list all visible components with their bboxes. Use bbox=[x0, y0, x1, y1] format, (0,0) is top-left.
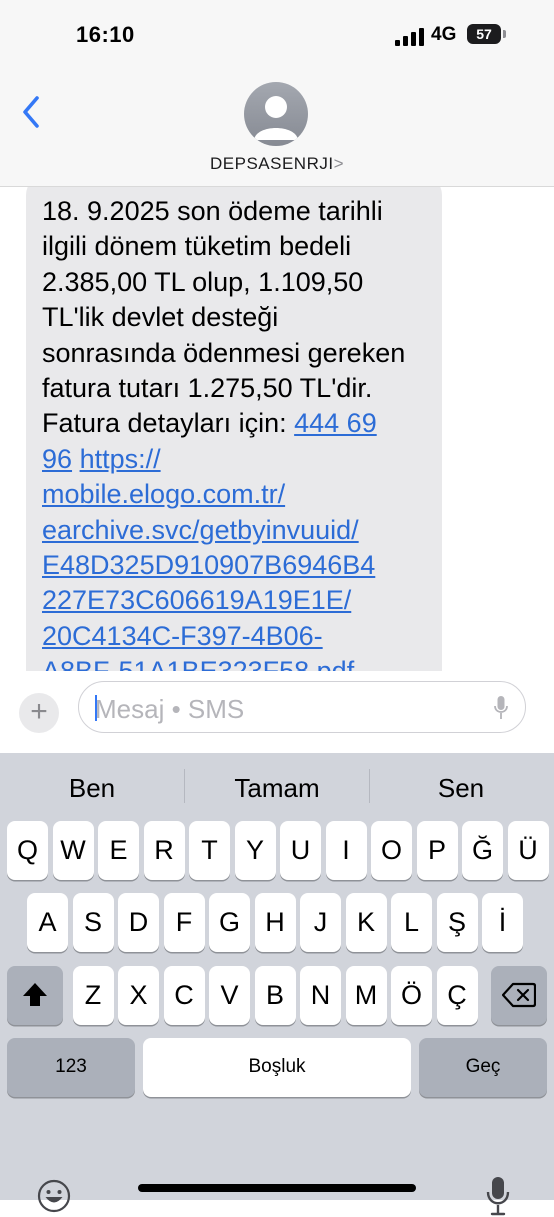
message-input[interactable]: Mesaj • SMS bbox=[78, 681, 526, 733]
message-line: TL'lik devlet desteği bbox=[42, 302, 279, 333]
keyboard: Ben Tamam Sen Q W E R T Y U I O P Ğ Ü A … bbox=[0, 753, 554, 1216]
signal-icon bbox=[395, 28, 424, 46]
key[interactable]: L bbox=[391, 893, 432, 952]
invoice-url-link[interactable]: 227E73C606619A19E1E/ bbox=[42, 583, 436, 618]
delete-icon bbox=[501, 982, 537, 1008]
key[interactable]: I bbox=[325, 821, 367, 880]
back-chevron-icon[interactable] bbox=[20, 94, 42, 130]
key[interactable]: Ş bbox=[436, 893, 478, 952]
key[interactable]: İ bbox=[482, 893, 523, 952]
status-time: 16:10 bbox=[76, 22, 135, 47]
key[interactable]: Z bbox=[72, 966, 114, 1025]
delete-key[interactable] bbox=[491, 966, 547, 1025]
key[interactable]: K bbox=[345, 893, 387, 952]
home-indicator bbox=[138, 1184, 416, 1192]
message-line: sonrasında ödenmesi gereken bbox=[42, 337, 406, 368]
key[interactable]: U bbox=[280, 821, 321, 880]
status-bar: 16:10 4G 57 bbox=[0, 0, 554, 64]
microphone-icon[interactable] bbox=[494, 696, 508, 720]
dictation-microphone-icon[interactable] bbox=[486, 1175, 510, 1217]
key[interactable]: Y bbox=[234, 821, 276, 880]
message-line: ilgili dönem tüketim bedeli bbox=[42, 231, 352, 262]
conversation-header: DEPSASENRJI> bbox=[0, 64, 554, 187]
detail-prefix: Fatura detayları için: bbox=[42, 408, 295, 439]
suggestion-2[interactable]: Tamam bbox=[192, 773, 362, 804]
key[interactable]: B bbox=[254, 966, 296, 1025]
key[interactable]: H bbox=[254, 893, 296, 952]
key[interactable]: C bbox=[163, 966, 205, 1025]
suggestion-3[interactable]: Sen bbox=[376, 773, 546, 804]
numbers-key[interactable]: 123 bbox=[7, 1038, 135, 1097]
emoji-icon[interactable] bbox=[36, 1178, 72, 1214]
key[interactable]: O bbox=[371, 821, 412, 880]
person-icon bbox=[254, 96, 298, 140]
shift-key[interactable] bbox=[7, 966, 63, 1025]
phone-link[interactable]: 444 69 bbox=[294, 408, 377, 438]
key[interactable]: T bbox=[189, 821, 230, 880]
key[interactable]: X bbox=[118, 966, 159, 1025]
key[interactable]: R bbox=[143, 821, 185, 880]
phone-link[interactable]: 96 bbox=[42, 444, 72, 474]
key[interactable]: V bbox=[209, 966, 250, 1025]
message-composer: + Mesaj • SMS bbox=[0, 671, 554, 753]
key[interactable]: D bbox=[118, 893, 159, 952]
key[interactable]: Ç bbox=[436, 966, 478, 1025]
invoice-url-link[interactable]: 20C4134C-F397-4B06- bbox=[42, 619, 436, 654]
suggestion-1[interactable]: Ben bbox=[7, 773, 177, 804]
battery-icon: 57 bbox=[467, 24, 501, 44]
add-attachment-button[interactable]: + bbox=[19, 693, 59, 733]
message-line: 18. 9.2025 son ödeme tarihli bbox=[42, 196, 383, 226]
key[interactable]: Ğ bbox=[462, 821, 503, 880]
contact-name-text: DEPSASENRJI bbox=[209, 154, 334, 173]
key[interactable]: S bbox=[72, 893, 114, 952]
key[interactable]: N bbox=[300, 966, 341, 1025]
suggestion-divider bbox=[369, 769, 370, 803]
key[interactable]: P bbox=[416, 821, 458, 880]
message-line: fatura tutarı 1.275,50 TL'dir. bbox=[42, 373, 373, 404]
contact-chevron-icon: > bbox=[333, 154, 345, 173]
key[interactable]: Q bbox=[7, 821, 48, 880]
return-key[interactable]: Geç bbox=[419, 1038, 547, 1097]
battery-cap bbox=[503, 30, 506, 38]
message-input-placeholder: Mesaj • SMS bbox=[95, 694, 245, 724]
contact-name[interactable]: DEPSASENRJI> bbox=[0, 154, 554, 174]
contact-avatar[interactable] bbox=[244, 82, 308, 146]
shift-icon bbox=[23, 983, 47, 1006]
key[interactable]: F bbox=[163, 893, 205, 952]
space-key[interactable]: Boşluk bbox=[143, 1038, 411, 1097]
invoice-url-link[interactable]: mobile.elogo.com.tr/ bbox=[42, 477, 436, 512]
invoice-url-link[interactable]: https:// bbox=[80, 444, 161, 474]
key[interactable]: G bbox=[209, 893, 250, 952]
message-line: 2.385,00 TL olup, 1.109,50 bbox=[42, 266, 364, 297]
key[interactable]: Ö bbox=[391, 966, 432, 1025]
key[interactable]: Ü bbox=[507, 821, 549, 880]
message-text: 18. 9.2025 son ödeme tarihli ilgili döne… bbox=[42, 194, 436, 671]
key[interactable]: A bbox=[27, 893, 68, 952]
network-type: 4G bbox=[431, 24, 457, 45]
invoice-url-link[interactable]: E48D325D910907B6946B4 bbox=[42, 548, 436, 583]
key[interactable]: W bbox=[52, 821, 94, 880]
key[interactable]: M bbox=[345, 966, 387, 1025]
invoice-url-link[interactable]: A8BF-51A1BE323F58.pdf bbox=[42, 654, 436, 671]
suggestion-divider bbox=[184, 769, 185, 803]
invoice-url-link[interactable]: earchive.svc/getbyinvuuid/ bbox=[42, 513, 436, 548]
key[interactable]: J bbox=[300, 893, 341, 952]
message-list[interactable]: 18. 9.2025 son ödeme tarihli ilgili döne… bbox=[0, 187, 554, 671]
key[interactable]: E bbox=[98, 821, 139, 880]
